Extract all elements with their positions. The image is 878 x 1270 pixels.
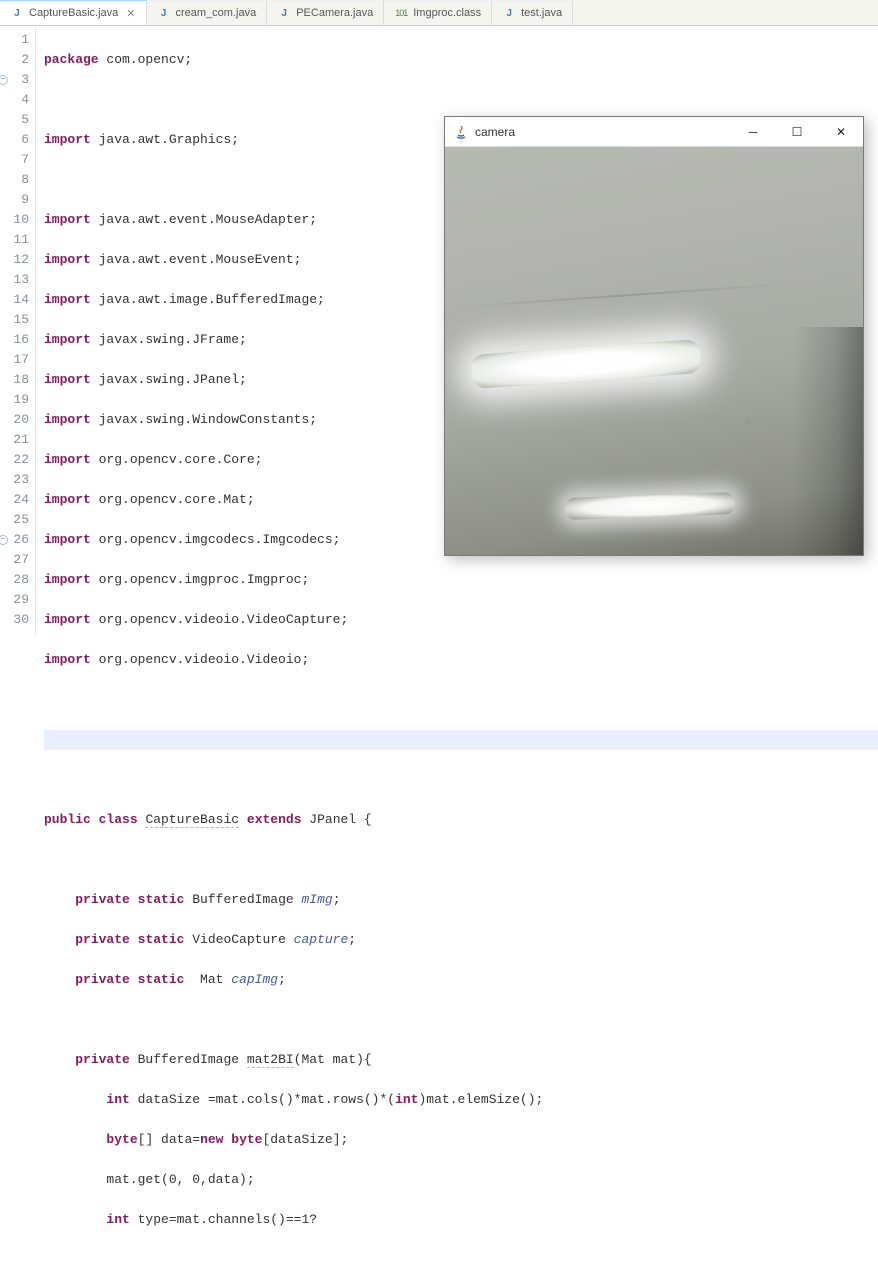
java-file-icon: J [502, 6, 516, 20]
line-number: 28 [0, 570, 29, 590]
line-number: 22 [0, 450, 29, 470]
code-line: int dataSize =mat.cols()*mat.rows()*(int… [44, 1090, 878, 1110]
line-number: 18 [0, 370, 29, 390]
tab-capturebasic[interactable]: J CaptureBasic.java ✕ [0, 0, 147, 25]
code-line [44, 1010, 878, 1030]
code-line: private static Mat capImg; [44, 970, 878, 990]
line-number: 8 [0, 170, 29, 190]
code-line: int type=mat.channels()==1? [44, 1210, 878, 1230]
ceiling-light-icon [470, 339, 702, 389]
line-number: 23 [0, 470, 29, 490]
line-number-gutter: 1 2 −3 4 5 6 7 8 9 10 11 12 13 14 15 16 … [0, 26, 36, 636]
line-number: 17 [0, 350, 29, 370]
line-number: 27 [0, 550, 29, 570]
tab-label: test.java [521, 7, 562, 19]
line-number: 2 [0, 50, 29, 70]
line-number: 25 [0, 510, 29, 530]
line-number: 9 [0, 190, 29, 210]
tab-pecamera[interactable]: J PECamera.java [267, 0, 384, 25]
camera-window[interactable]: camera ─ ☐ ✕ [444, 116, 864, 556]
code-line: private static VideoCapture capture; [44, 930, 878, 950]
line-number: 20 [0, 410, 29, 430]
fold-toggle-icon[interactable]: − [0, 75, 8, 85]
line-number: 19 [0, 390, 29, 410]
java-app-icon [453, 124, 469, 140]
line-number: 10 [0, 210, 29, 230]
line-number: 15 [0, 310, 29, 330]
code-line: private BufferedImage mat2BI(Mat mat){ [44, 1050, 878, 1070]
camera-video-feed [445, 147, 863, 555]
line-number: 21 [0, 430, 29, 450]
ceiling-light-icon [565, 492, 736, 520]
minimize-button[interactable]: ─ [731, 117, 775, 147]
line-number: 24 [0, 490, 29, 510]
tab-test[interactable]: J test.java [492, 0, 573, 25]
line-number: 6 [0, 130, 29, 150]
java-file-icon: J [10, 6, 24, 20]
code-line: public class CaptureBasic extends JPanel… [44, 810, 878, 830]
code-line: private static BufferedImage mImg; [44, 890, 878, 910]
close-button[interactable]: ✕ [819, 117, 863, 147]
line-number: 29 [0, 590, 29, 610]
tab-label: Imgproc.class [413, 7, 481, 19]
line-number: 7 [0, 150, 29, 170]
line-number: 14 [0, 290, 29, 310]
line-number: 11 [0, 230, 29, 250]
line-number: 13 [0, 270, 29, 290]
tab-label: PECamera.java [296, 7, 373, 19]
code-line: import org.opencv.videoio.VideoCapture; [44, 610, 878, 630]
code-line: import org.opencv.imgproc.Imgproc; [44, 570, 878, 590]
line-number: 12 [0, 250, 29, 270]
line-number: 5 [0, 110, 29, 130]
tab-label: cream_com.java [176, 7, 257, 19]
editor-tabbar: J CaptureBasic.java ✕ J cream_com.java J… [0, 0, 878, 26]
code-line [44, 690, 878, 710]
code-line: mat.get(0, 0,data); [44, 1170, 878, 1190]
tab-imgproc-class[interactable]: 101 Imgproc.class [384, 0, 492, 25]
camera-titlebar[interactable]: camera ─ ☐ ✕ [445, 117, 863, 147]
java-file-icon: J [157, 6, 171, 20]
code-line [44, 850, 878, 870]
line-number: −3 [0, 70, 29, 90]
java-file-icon: J [277, 6, 291, 20]
tab-label: CaptureBasic.java [29, 7, 118, 19]
camera-window-title: camera [475, 125, 515, 139]
maximize-button[interactable]: ☐ [775, 117, 819, 147]
code-line: package com.opencv; [44, 50, 878, 70]
code-line [44, 770, 878, 790]
code-line: byte[] data=new byte[dataSize]; [44, 1130, 878, 1150]
line-number: 16 [0, 330, 29, 350]
code-line: import org.opencv.videoio.Videoio; [44, 650, 878, 670]
line-number: 1 [0, 30, 29, 50]
fold-toggle-icon[interactable]: − [0, 535, 8, 545]
code-line-current [44, 730, 878, 750]
close-icon[interactable]: ✕ [126, 7, 135, 20]
code-line [44, 90, 878, 110]
class-file-icon: 101 [394, 6, 408, 20]
line-number: −26 [0, 530, 29, 550]
line-number: 30 [0, 610, 29, 630]
line-number: 4 [0, 90, 29, 110]
tab-cream-com[interactable]: J cream_com.java [147, 0, 268, 25]
